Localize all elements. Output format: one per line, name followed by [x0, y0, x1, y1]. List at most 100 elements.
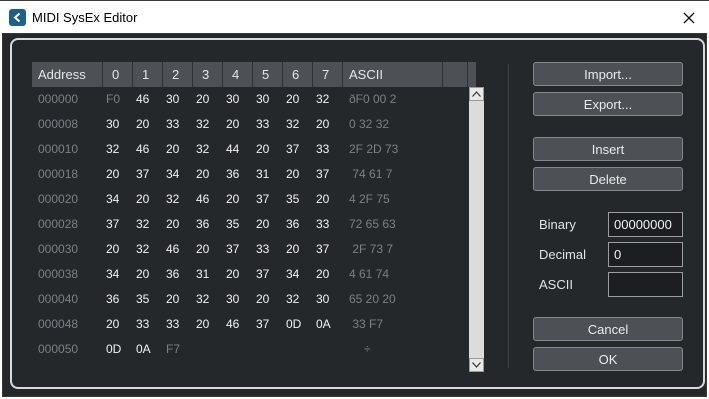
byte-cell[interactable]: 20 — [256, 137, 269, 162]
table-row[interactable]: 000028 37 32 20 36 35 20 36 33 72 65 63 — [32, 212, 468, 237]
byte-cell[interactable]: 32 — [196, 112, 209, 137]
byte-cell[interactable]: 20 — [286, 237, 299, 262]
scroll-up-icon[interactable] — [469, 87, 484, 101]
byte-cell[interactable]: 32 — [316, 87, 329, 112]
byte-cell[interactable]: 37 — [316, 237, 329, 262]
byte-cell[interactable]: 0A — [136, 337, 151, 362]
vertical-scrollbar[interactable] — [469, 87, 484, 372]
byte-cell[interactable]: 20 — [166, 287, 179, 312]
byte-cell[interactable]: 46 — [226, 312, 239, 337]
byte-cell[interactable]: 20 — [106, 237, 119, 262]
header-col-4[interactable]: 4 — [223, 62, 253, 87]
byte-cell[interactable]: 37 — [316, 162, 329, 187]
insert-button[interactable]: Insert — [533, 137, 683, 161]
byte-cell[interactable]: 33 — [256, 112, 269, 137]
byte-cell[interactable]: F7 — [166, 337, 180, 362]
byte-cell[interactable]: 33 — [166, 112, 179, 137]
byte-cell[interactable]: 35 — [226, 212, 239, 237]
byte-cell[interactable]: 20 — [106, 312, 119, 337]
byte-cell[interactable]: 0D — [286, 312, 301, 337]
table-row[interactable]: 000040 36 35 20 32 30 20 32 30 65 20 20 — [32, 287, 468, 312]
byte-cell[interactable]: 0A — [316, 312, 331, 337]
delete-button[interactable]: Delete — [533, 167, 683, 191]
byte-cell[interactable]: 20 — [316, 262, 329, 287]
binary-field[interactable]: 00000000 — [608, 212, 683, 237]
byte-cell[interactable]: 36 — [226, 162, 239, 187]
byte-cell[interactable]: 32 — [286, 287, 299, 312]
export-button[interactable]: Export... — [533, 92, 683, 116]
byte-cell[interactable]: 37 — [286, 137, 299, 162]
byte-cell[interactable]: 20 — [226, 187, 239, 212]
byte-cell[interactable]: 36 — [166, 262, 179, 287]
table-row[interactable]: 000008 30 20 33 32 20 33 32 20 0 32 32 — [32, 112, 468, 137]
byte-cell[interactable]: 37 — [256, 262, 269, 287]
byte-cell[interactable]: 32 — [106, 137, 119, 162]
import-button[interactable]: Import... — [533, 62, 683, 86]
cancel-button[interactable]: Cancel — [533, 317, 683, 341]
table-row[interactable]: 000000 F0 46 30 20 30 30 20 32 ðF0 00 2 — [32, 87, 468, 112]
byte-cell[interactable]: 30 — [226, 287, 239, 312]
byte-cell[interactable]: 20 — [136, 262, 149, 287]
header-col-3[interactable]: 3 — [193, 62, 223, 87]
byte-cell[interactable]: 37 — [226, 237, 239, 262]
ok-button[interactable]: OK — [533, 347, 683, 371]
byte-cell[interactable]: 20 — [226, 262, 239, 287]
table-row[interactable]: 000048 20 33 33 20 46 37 0D 0A 33 F7 — [32, 312, 468, 337]
byte-cell[interactable]: 30 — [256, 87, 269, 112]
byte-cell[interactable]: 46 — [166, 237, 179, 262]
byte-cell[interactable]: 20 — [136, 112, 149, 137]
byte-cell[interactable]: 32 — [196, 287, 209, 312]
table-row[interactable]: 000010 32 46 20 32 44 20 37 33 2F 2D 73 — [32, 137, 468, 162]
byte-cell[interactable]: 33 — [316, 212, 329, 237]
byte-cell[interactable]: 30 — [106, 112, 119, 137]
byte-cell[interactable]: 35 — [136, 287, 149, 312]
byte-cell[interactable]: 33 — [166, 312, 179, 337]
byte-cell[interactable]: 46 — [136, 87, 149, 112]
byte-cell[interactable]: 44 — [226, 137, 239, 162]
byte-cell[interactable]: 30 — [166, 87, 179, 112]
byte-cell[interactable]: 46 — [196, 187, 209, 212]
table-row[interactable]: 000018 20 37 34 20 36 31 20 37 74 61 7 — [32, 162, 468, 187]
header-col-2[interactable]: 2 — [163, 62, 193, 87]
byte-cell[interactable]: 20 — [286, 87, 299, 112]
byte-cell[interactable]: 20 — [196, 237, 209, 262]
table-row[interactable]: 000020 34 20 32 46 20 37 35 20 4 2F 75 — [32, 187, 468, 212]
byte-cell[interactable]: F0 — [106, 87, 120, 112]
byte-cell[interactable]: 34 — [106, 187, 119, 212]
byte-cell[interactable]: 0D — [106, 337, 121, 362]
byte-cell[interactable]: 36 — [196, 212, 209, 237]
byte-cell[interactable]: 33 — [316, 137, 329, 162]
byte-cell[interactable]: 20 — [166, 137, 179, 162]
byte-cell[interactable]: 20 — [226, 112, 239, 137]
byte-cell[interactable]: 32 — [286, 112, 299, 137]
byte-cell[interactable]: 20 — [166, 212, 179, 237]
byte-cell[interactable]: 33 — [256, 237, 269, 262]
byte-cell[interactable]: 30 — [316, 287, 329, 312]
byte-cell[interactable]: 34 — [166, 162, 179, 187]
byte-cell[interactable]: 20 — [316, 112, 329, 137]
byte-cell[interactable]: 32 — [136, 237, 149, 262]
header-col-1[interactable]: 1 — [133, 62, 163, 87]
header-col-6[interactable]: 6 — [283, 62, 313, 87]
byte-cell[interactable]: 20 — [196, 162, 209, 187]
byte-cell[interactable]: 20 — [136, 187, 149, 212]
decimal-field[interactable]: 0 — [608, 242, 683, 267]
byte-cell[interactable]: 20 — [286, 162, 299, 187]
byte-cell[interactable]: 34 — [106, 262, 119, 287]
scroll-down-icon[interactable] — [469, 358, 484, 372]
header-col-5[interactable]: 5 — [253, 62, 283, 87]
ascii-field[interactable] — [608, 272, 683, 297]
byte-cell[interactable]: 20 — [256, 212, 269, 237]
byte-cell[interactable]: 30 — [226, 87, 239, 112]
byte-cell[interactable]: 33 — [136, 312, 149, 337]
header-col-0[interactable]: 0 — [103, 62, 133, 87]
byte-cell[interactable]: 20 — [316, 187, 329, 212]
byte-cell[interactable]: 20 — [106, 162, 119, 187]
byte-cell[interactable]: 35 — [286, 187, 299, 212]
header-ascii[interactable]: ASCII — [343, 62, 443, 87]
byte-cell[interactable]: 36 — [286, 212, 299, 237]
header-address[interactable]: Address — [32, 62, 103, 87]
table-row[interactable]: 000038 34 20 36 31 20 37 34 20 4 61 74 — [32, 262, 468, 287]
byte-cell[interactable]: 32 — [136, 212, 149, 237]
byte-cell[interactable]: 20 — [196, 312, 209, 337]
